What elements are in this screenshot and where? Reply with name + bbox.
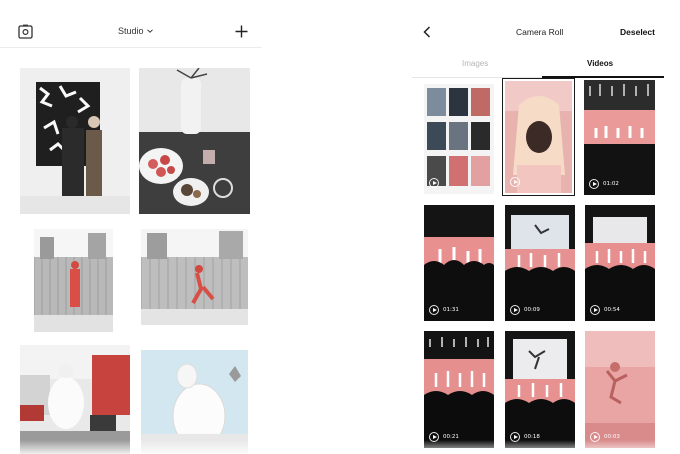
studio-thumbnail[interactable] [34,229,113,332]
video-badge: 00:09 [510,305,540,315]
studio-label: Studio [118,26,144,36]
play-icon [510,305,520,315]
video-thumbnail[interactable]: 00:03 [585,331,655,448]
studio-thumbnail[interactable] [141,229,248,325]
studio-thumbnail[interactable] [20,68,130,214]
studio-thumbnail[interactable] [20,345,130,454]
video-thumbnail[interactable]: 00:54 [585,205,655,321]
camera-square-icon[interactable] [18,24,33,39]
studio-thumbnail[interactable] [141,350,248,454]
studio-header: Studio [0,0,262,48]
tab-images[interactable]: Images [462,59,488,68]
active-tab-indicator [542,76,664,78]
video-badge: 01:02 [589,179,619,189]
studio-panel: Studio [0,0,270,454]
tab-videos[interactable]: Videos [587,59,613,68]
camera-roll-header: Camera Roll Deselect [412,0,680,56]
video-badge: 01:31 [429,305,459,315]
video-thumbnail[interactable]: 01:02 [584,80,655,195]
video-duration: 01:31 [443,307,459,313]
play-icon [510,177,520,187]
video-duration: 00:09 [524,307,540,313]
play-icon [429,178,439,188]
video-thumbnail[interactable]: 00:09 [505,205,575,321]
video-thumbnail-selected[interactable] [503,79,574,195]
page-title: Camera Roll [516,27,564,37]
video-duration: 01:02 [603,181,619,187]
bottom-fade [0,440,680,454]
plus-icon[interactable] [235,25,248,38]
studio-dropdown[interactable]: Studio [118,26,154,36]
video-duration: 00:54 [604,307,620,313]
deselect-button[interactable]: Deselect [620,27,655,37]
media-tabs: Images Videos [412,54,664,78]
video-thumbnail[interactable]: 00:18 [505,331,575,448]
back-arrow-icon[interactable] [422,26,432,38]
video-badge [429,178,443,188]
video-thumbnail[interactable]: 00:21 [424,331,494,448]
camera-roll-panel: Camera Roll Deselect Images Videos 01:02… [412,0,680,454]
video-badge: 00:54 [590,305,620,315]
video-thumbnail[interactable]: 01:31 [424,205,494,321]
video-thumbnail[interactable] [424,84,494,194]
chevron-down-icon [146,29,153,33]
play-icon [590,305,600,315]
video-badge [510,177,524,187]
play-icon [429,305,439,315]
play-icon [589,179,599,189]
studio-thumbnail[interactable] [139,68,250,214]
